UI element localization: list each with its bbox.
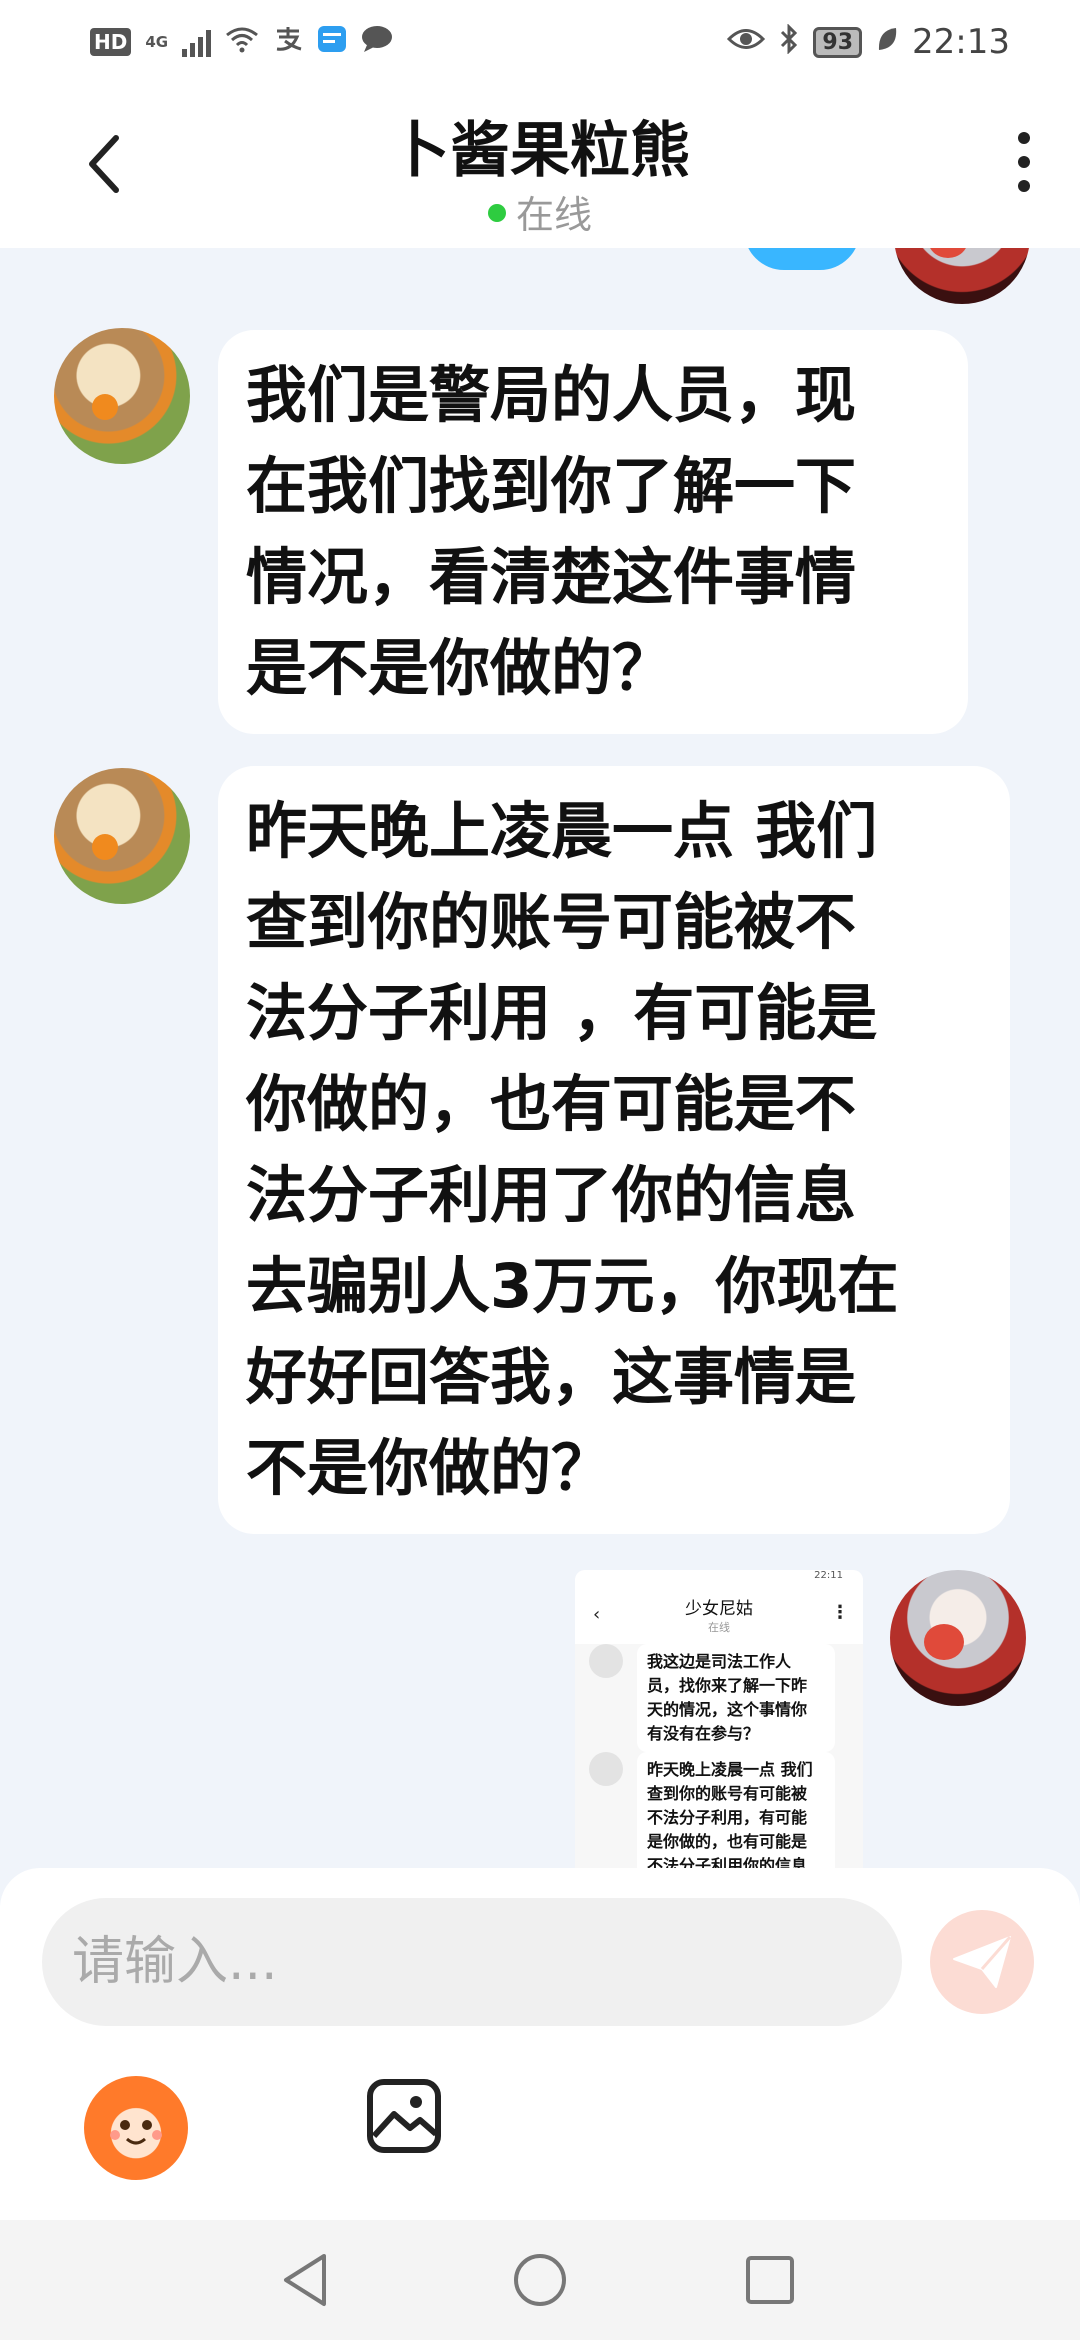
chat-header: 卜酱果粒熊 在线 bbox=[0, 84, 1080, 248]
avatar[interactable] bbox=[54, 768, 190, 904]
send-icon bbox=[953, 1936, 1012, 1988]
more-button[interactable] bbox=[1018, 132, 1030, 204]
nav-back-button[interactable] bbox=[276, 2250, 336, 2310]
image-status-bar: 22:11 bbox=[575, 1570, 863, 1588]
status-left: HD 4G bbox=[90, 25, 393, 59]
message-bubble[interactable]: 我们是警局的人员，现 在我们找到你了解一下 情况，看清楚这件事情 是不是你做的？ bbox=[218, 330, 968, 734]
image-bubble: 昨天晚上凌晨一点 我们 查到你的账号有可能被 不法分子利用，有可能 是你做的，也… bbox=[637, 1752, 835, 1868]
system-nav-bar bbox=[0, 2220, 1080, 2340]
nav-recents-icon bbox=[746, 2256, 794, 2304]
nav-back-icon bbox=[284, 2254, 326, 2306]
message-icon bbox=[361, 25, 393, 59]
avatar[interactable] bbox=[54, 328, 190, 464]
online-dot bbox=[487, 203, 506, 222]
avatar[interactable] bbox=[894, 248, 1030, 304]
composer bbox=[0, 1868, 1080, 2220]
message-bubble[interactable]: 昨天晚上凌晨一点 我们 查到你的账号可能被不 法分子利用 ，有可能是 你做的，也… bbox=[218, 766, 1010, 1534]
nav-home-icon bbox=[514, 2254, 566, 2306]
app-notification-icon bbox=[317, 25, 347, 59]
network-label: 4G bbox=[145, 33, 169, 51]
alipay-icon bbox=[273, 25, 303, 59]
eye-icon bbox=[727, 26, 766, 58]
hd-badge: HD bbox=[90, 28, 132, 56]
image-message[interactable]: 22:11 ‹ 少女尼姑 在线 ⋮ 我这边是司法工作人 员，找你来了解一下昨 天… bbox=[575, 1570, 863, 1868]
chat-area[interactable]: 我们是警局的人员，现 在我们找到你了解一下 情况，看清楚这件事情 是不是你做的？… bbox=[0, 248, 1080, 1868]
message-input[interactable] bbox=[42, 1898, 902, 2026]
bluetooth-icon bbox=[779, 23, 799, 60]
image-avatar bbox=[589, 1752, 623, 1786]
emoji-icon bbox=[110, 2120, 162, 2145]
nav-home-button[interactable] bbox=[510, 2250, 570, 2310]
image-avatar bbox=[589, 1644, 623, 1678]
image-button[interactable] bbox=[366, 2078, 442, 2154]
page-title: 卜酱果粒熊 bbox=[390, 116, 690, 186]
signal-icon bbox=[182, 27, 212, 57]
image-icon bbox=[367, 2079, 441, 2153]
online-status-text: 在线 bbox=[515, 193, 592, 237]
image-title: 少女尼姑 bbox=[685, 1599, 753, 1619]
online-status: 在线 bbox=[0, 184, 1080, 239]
image-back-icon: ‹ bbox=[593, 1604, 601, 1625]
emoji-button[interactable] bbox=[84, 2076, 188, 2180]
status-bar: HD 4G 93 22:13 bbox=[0, 0, 1080, 84]
more-icon bbox=[1018, 132, 1030, 192]
wifi-icon bbox=[225, 25, 259, 59]
leaf-icon bbox=[876, 26, 898, 58]
image-more-icon: ⋮ bbox=[831, 1602, 849, 1623]
message-bubble-partial[interactable] bbox=[744, 248, 860, 270]
image-bubble: 我这边是司法工作人 员，找你来了解一下昨 天的情况，这个事情你 有没有在参与？ bbox=[637, 1644, 835, 1752]
status-right: 93 22:13 bbox=[727, 22, 1010, 62]
send-button[interactable] bbox=[930, 1910, 1034, 2014]
nav-recents-button[interactable] bbox=[740, 2250, 800, 2310]
battery-icon: 93 bbox=[813, 26, 863, 58]
image-online-status: 在线 bbox=[708, 1621, 730, 1634]
clock: 22:13 bbox=[912, 22, 1010, 62]
image-header: ‹ 少女尼姑 在线 ⋮ bbox=[575, 1588, 863, 1644]
avatar[interactable] bbox=[890, 1570, 1026, 1706]
